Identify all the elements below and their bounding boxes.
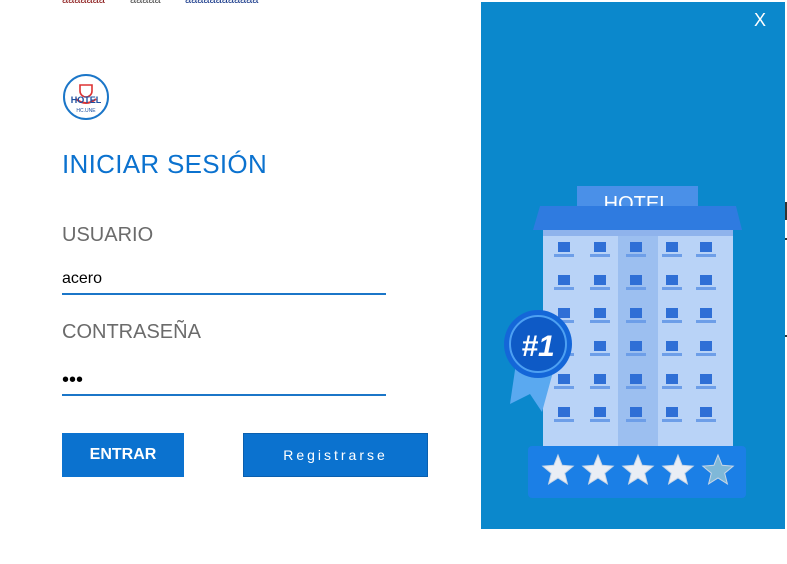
hotel-roof [533,206,742,230]
window [666,341,678,351]
page-title: INICIAR SESIÓN [62,149,268,179]
balcony [662,353,682,356]
window [594,308,606,318]
window [700,242,712,252]
window [630,242,642,252]
window [558,242,570,252]
balcony [626,320,646,323]
hotel-logo: HOTEL HC.UNE [63,74,109,120]
window [558,308,570,318]
balcony [662,320,682,323]
window [630,308,642,318]
window [666,275,678,285]
balcony [554,386,574,389]
window [700,407,712,417]
balcony [554,287,574,290]
balcony [626,386,646,389]
window [630,275,642,285]
logo-subtext: HC.UNE [76,108,96,114]
window [630,374,642,384]
register-button[interactable]: Registrarse [243,433,428,477]
balcony [626,353,646,356]
balcony [590,320,610,323]
logo-text: HOTEL [71,95,102,105]
balcony [554,254,574,257]
balcony [590,254,610,257]
window [700,308,712,318]
window [558,275,570,285]
password-input[interactable] [62,366,386,396]
balcony [626,419,646,422]
login-button[interactable]: ENTRAR [62,433,184,477]
username-input[interactable] [62,265,386,295]
window [666,374,678,384]
window [700,275,712,285]
window [558,407,570,417]
window [700,374,712,384]
balcony [590,287,610,290]
balcony [696,287,716,290]
close-button[interactable]: X [750,8,770,32]
balcony [696,254,716,257]
username-label: USUARIO [62,224,154,246]
window [594,275,606,285]
balcony [662,386,682,389]
balcony [696,386,716,389]
window [666,242,678,252]
window [558,374,570,384]
clipped-top-text: aaaaaaa aaaaa aaaaaaaaaaaa [62,0,259,6]
balcony [590,419,610,422]
window [594,407,606,417]
balcony [696,419,716,422]
password-label: CONTRASEÑA [62,321,201,343]
balcony [626,254,646,257]
balcony [662,419,682,422]
window [630,341,642,351]
balcony [590,386,610,389]
window [700,341,712,351]
window [666,407,678,417]
balcony [696,353,716,356]
window [630,407,642,417]
balcony [554,419,574,422]
balcony [626,287,646,290]
balcony [662,287,682,290]
window [666,308,678,318]
window [594,341,606,351]
hotel-illustration: HOTEL #1 [504,186,746,498]
window [594,374,606,384]
balcony [662,254,682,257]
balcony [696,320,716,323]
window [594,242,606,252]
ribbon-text: #1 [521,330,554,363]
balcony [590,353,610,356]
